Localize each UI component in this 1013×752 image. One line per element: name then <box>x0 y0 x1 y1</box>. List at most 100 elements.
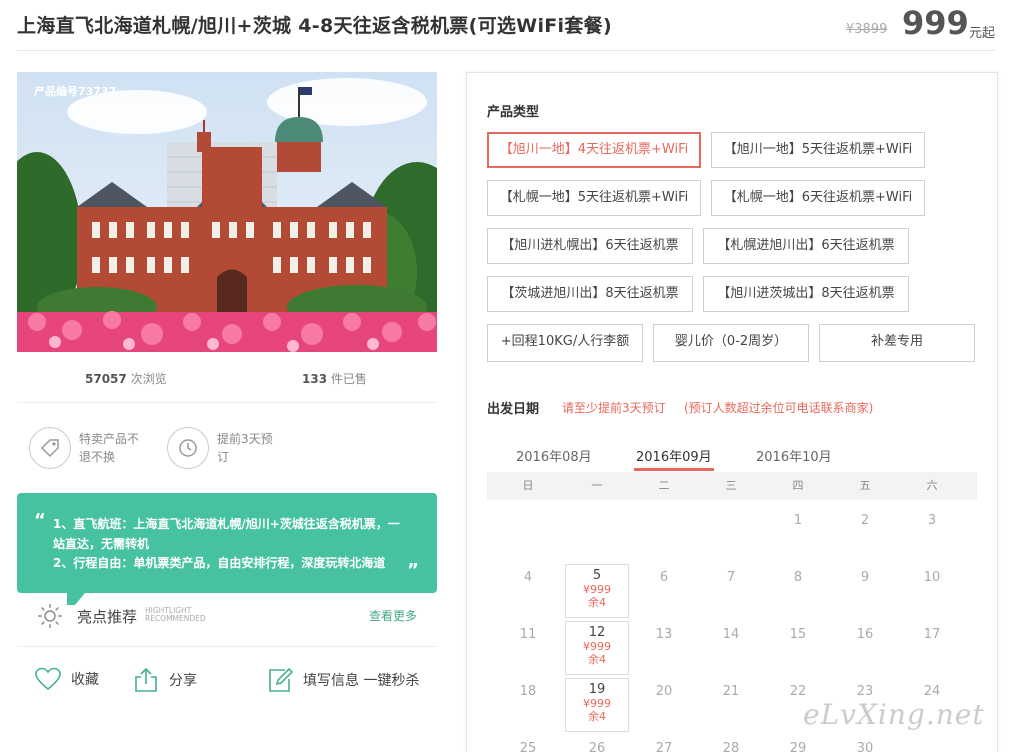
calendar-day: 11 <box>519 627 537 642</box>
calendar-day-available[interactable]: 5 ¥999 余4 <box>565 564 629 618</box>
day-stock: 余4 <box>588 596 606 609</box>
highlight-title: 亮点推荐 <box>77 608 138 626</box>
calendar-day-available[interactable]: 12 ¥999 余4 <box>565 621 629 675</box>
option-1[interactable]: 【旭川一地】5天往返机票+WiFi <box>711 132 925 168</box>
month-tabs: 2016年08月 2016年09月 2016年10月 <box>487 446 977 472</box>
booking-panel: 产品类型 【旭川一地】4天往返机票+WiFi 【旭川一地】5天往返机票+WiFi… <box>466 72 998 752</box>
calendar-day: 14 <box>722 627 740 642</box>
option-8[interactable]: +回程10KG/人行李额 <box>487 324 643 362</box>
option-3[interactable]: 【札幌一地】6天往返机票+WiFi <box>711 180 925 216</box>
sun-icon <box>37 603 63 633</box>
calendar-day: 3 <box>927 513 937 528</box>
page-title: 上海直飞北海道札幌/旭川+茨城 4-8天往返含税机票(可选WiFi套餐) <box>17 15 612 37</box>
share-label: 分享 <box>169 673 197 689</box>
sold-count: 133 件已售 <box>302 370 367 387</box>
option-4[interactable]: 【旭川进札幌出】6天往返机票 <box>487 228 693 264</box>
heart-icon <box>35 667 61 691</box>
original-price: ¥3899 <box>846 22 888 37</box>
calendar-day: 30 <box>856 741 874 752</box>
option-5[interactable]: 【札幌进旭川出】6天往返机票 <box>703 228 909 264</box>
tag-icon <box>29 427 71 469</box>
option-2[interactable]: 【札幌一地】5天往返机票+WiFi <box>487 180 701 216</box>
close-quote-icon: ” <box>407 560 419 581</box>
weekday-header: 日一二三四五六 <box>487 472 977 500</box>
option-6[interactable]: 【茨城进旭川出】8天往返机票 <box>487 276 693 312</box>
view-count-value: 57057 <box>85 372 127 386</box>
edit-icon <box>269 667 293 692</box>
tab-month-oct[interactable]: 2016年10月 <box>756 446 832 465</box>
day-number: 5 <box>592 568 602 583</box>
day-stock: 余4 <box>588 710 606 723</box>
divider <box>17 402 437 403</box>
day-number: 12 <box>588 625 606 640</box>
share-icon <box>135 667 157 692</box>
tab-month-sep[interactable]: 2016年09月 <box>636 446 712 465</box>
sold-count-label: 件已售 <box>330 372 367 386</box>
calendar-day: 22 <box>789 684 807 699</box>
price-unit: 元起 <box>969 26 996 41</box>
highlight-line-2: 2、行程自由：单机票类产品，自由安排行程，深度玩转北海道 <box>53 556 386 570</box>
weekday-label: 二 <box>658 479 670 492</box>
weekday-label: 一 <box>591 479 603 492</box>
clock-icon <box>167 427 209 469</box>
feature-no-refund: 特卖产品不退不换 <box>29 427 144 469</box>
calendar-day: 27 <box>655 741 673 752</box>
weekday-label: 五 <box>859 479 871 492</box>
current-price: 999 <box>902 4 969 42</box>
weekday-label: 三 <box>725 479 737 492</box>
day-price: ¥999 <box>583 583 611 596</box>
tab-month-aug[interactable]: 2016年08月 <box>516 446 592 465</box>
calendar-day: 16 <box>856 627 874 642</box>
weekday-label: 四 <box>792 479 804 492</box>
open-quote-icon: “ <box>34 510 46 531</box>
feature-label: 提前3天预订 <box>217 432 273 464</box>
view-more-link[interactable]: 查看更多 <box>369 607 417 624</box>
share-button[interactable]: 分享 <box>133 667 197 693</box>
highlights-bubble: “ 1、直飞航班：上海直飞北海道札幌/旭川+茨城往返含税机票，一站直达，无需转机… <box>17 493 437 605</box>
calendar-day: 23 <box>856 684 874 699</box>
calendar-day: 20 <box>655 684 673 699</box>
calendar-day-available[interactable]: 19 ¥999 余4 <box>565 678 629 732</box>
view-count-label: 次浏览 <box>130 372 167 386</box>
active-month-underline <box>634 468 714 471</box>
calendar-day: 17 <box>923 627 941 642</box>
calendar-day: 9 <box>860 570 870 585</box>
fill-info-button[interactable]: 填写信息 一键秒杀 <box>267 667 419 693</box>
departure-date-title: 出发日期 <box>487 402 540 417</box>
header-divider <box>17 50 996 51</box>
sold-count-value: 133 <box>302 372 328 386</box>
calendar-day: 6 <box>659 570 669 585</box>
day-price: ¥999 <box>583 697 611 710</box>
highlight-line-1: 1、直飞航班：上海直飞北海道札幌/旭川+茨城往返含税机票，一站直达，无需转机 <box>53 517 400 551</box>
product-image[interactable]: 产品编号73737 <box>17 72 437 352</box>
calendar-day: 15 <box>789 627 807 642</box>
weekday-label: 六 <box>926 479 938 492</box>
weekday-label: 日 <box>522 479 534 492</box>
building-illustration <box>17 72 437 352</box>
product-id: 产品编号73737 <box>34 85 117 98</box>
favorite-button[interactable]: 收藏 <box>35 667 99 691</box>
favorite-label: 收藏 <box>71 672 99 688</box>
option-0[interactable]: 【旭川一地】4天往返机票+WiFi <box>487 132 701 168</box>
view-count: 57057 次浏览 <box>85 370 167 387</box>
calendar-day: 8 <box>793 570 803 585</box>
feature-advance-booking: 提前3天预订 <box>167 427 282 469</box>
calendar-day: 13 <box>655 627 673 642</box>
option-9[interactable]: 婴儿价（0-2周岁） <box>653 324 809 362</box>
product-type-title: 产品类型 <box>487 105 540 120</box>
calendar-day: 4 <box>523 570 533 585</box>
calendar-day: 26 <box>588 741 606 752</box>
calendar-day: 21 <box>722 684 740 699</box>
calendar-day: 10 <box>923 570 941 585</box>
highlight-title-en: HIGHTLIGHT RECOMMENDED <box>145 607 206 623</box>
bubble-tail <box>67 593 85 605</box>
feature-label: 特卖产品不退不换 <box>79 432 140 464</box>
day-price: ¥999 <box>583 640 611 653</box>
fill-info-label: 填写信息 一键秒杀 <box>303 673 420 689</box>
calendar-day: 7 <box>726 570 736 585</box>
divider <box>17 646 437 647</box>
option-10[interactable]: 补差专用 <box>819 324 975 362</box>
advance-notice: 请至少提前3天预订 <box>562 401 666 415</box>
option-7[interactable]: 【旭川进茨城出】8天往返机票 <box>703 276 909 312</box>
day-number: 19 <box>588 682 606 697</box>
